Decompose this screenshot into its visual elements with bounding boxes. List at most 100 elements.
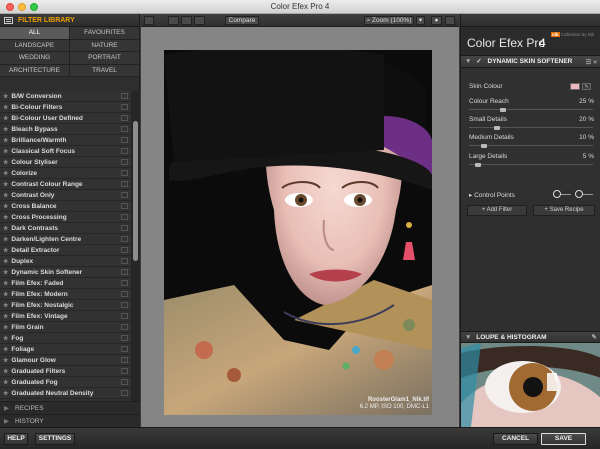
filter-list-item[interactable]: ★ Bi-Colour Filters xyxy=(0,102,131,113)
favourite-star-icon[interactable]: ★ xyxy=(3,391,8,397)
favourite-star-icon[interactable]: ★ xyxy=(3,292,8,298)
recipe-preview-icon[interactable] xyxy=(121,137,128,143)
favourite-star-icon[interactable]: ★ xyxy=(3,226,8,232)
filter-list-item[interactable]: ★ Colour Styliser xyxy=(0,157,131,168)
favourite-star-icon[interactable]: ★ xyxy=(3,314,8,320)
favourite-star-icon[interactable]: ★ xyxy=(3,116,8,122)
recipes-section[interactable]: ▶ RECIPES xyxy=(0,401,140,414)
category-tab-nature[interactable]: NATURE xyxy=(70,39,140,52)
category-tab-favourites[interactable]: FAVOURITES xyxy=(70,27,140,40)
favourite-star-icon[interactable]: ★ xyxy=(3,369,8,375)
medium-details-slider[interactable] xyxy=(469,143,593,148)
filter-list-item[interactable]: ★ Dynamic Skin Softener xyxy=(0,267,131,278)
recipe-preview-icon[interactable] xyxy=(121,313,128,319)
minimize-window-button[interactable] xyxy=(18,3,26,11)
colour-reach-slider[interactable] xyxy=(469,107,593,112)
recipe-preview-icon[interactable] xyxy=(121,335,128,341)
recipe-preview-icon[interactable] xyxy=(121,225,128,231)
filter-list-item[interactable]: ★ B/W Conversion xyxy=(0,91,131,102)
recipe-preview-icon[interactable] xyxy=(121,104,128,110)
recipe-preview-icon[interactable] xyxy=(121,93,128,99)
filter-list-scrollbar[interactable] xyxy=(131,91,140,415)
filter-options-icon[interactable]: ☰ × xyxy=(586,57,597,69)
recipe-preview-icon[interactable] xyxy=(121,148,128,154)
filter-list-item[interactable]: ★ Contrast Only xyxy=(0,190,131,201)
single-view-button[interactable] xyxy=(168,16,179,25)
filter-list-item[interactable]: ★ Dark Contrasts xyxy=(0,223,131,234)
filter-list-item[interactable]: ★ Foliage xyxy=(0,344,131,355)
skin-colour-swatch[interactable] xyxy=(570,83,580,90)
preview-photo[interactable] xyxy=(164,50,432,415)
favourite-star-icon[interactable]: ★ xyxy=(3,94,8,100)
save-button[interactable]: SAVE xyxy=(541,433,586,445)
image-preview-area[interactable]: RoosterGlam1_Nik.tif 6.2 MP, ISO 100, DM… xyxy=(141,27,459,427)
recipe-preview-icon[interactable] xyxy=(121,357,128,363)
recipe-preview-icon[interactable] xyxy=(121,280,128,286)
favourite-star-icon[interactable]: ★ xyxy=(3,160,8,166)
compare-button[interactable]: Compare xyxy=(225,16,259,25)
expand-triangle-icon[interactable]: ▸ xyxy=(469,192,472,199)
recipe-preview-icon[interactable] xyxy=(121,379,128,385)
recipe-preview-icon[interactable] xyxy=(121,236,128,242)
recipe-preview-icon[interactable] xyxy=(121,302,128,308)
favourite-star-icon[interactable]: ★ xyxy=(3,325,8,331)
control-points-row[interactable]: ▸ Control Points xyxy=(469,190,593,199)
recipe-preview-icon[interactable] xyxy=(121,126,128,132)
add-control-point-icon[interactable] xyxy=(553,190,562,198)
filter-enabled-checkbox[interactable]: ✓ xyxy=(476,58,481,65)
favourite-star-icon[interactable]: ★ xyxy=(3,149,8,155)
favourite-star-icon[interactable]: ★ xyxy=(3,138,8,144)
filter-list-item[interactable]: ★ Contrast Colour Range xyxy=(0,179,131,190)
category-tab-all[interactable]: ALL xyxy=(0,27,70,40)
large-details-slider[interactable] xyxy=(469,162,593,167)
favourite-star-icon[interactable]: ★ xyxy=(3,105,8,111)
category-tab-architecture[interactable]: ARCHITECTURE xyxy=(0,64,70,77)
recipe-preview-icon[interactable] xyxy=(121,258,128,264)
filter-list-item[interactable]: ★ Glamour Glow xyxy=(0,355,131,366)
recipe-preview-icon[interactable] xyxy=(121,368,128,374)
filter-list-item[interactable]: ★ Darken/Lighten Centre xyxy=(0,234,131,245)
zoom-menu-chevron-icon[interactable]: ▾ xyxy=(416,16,425,25)
filter-list-item[interactable]: ★ Graduated Neutral Density xyxy=(0,388,131,399)
filter-list-item[interactable]: ★ Film Efex: Modern xyxy=(0,289,131,300)
filter-list-item[interactable]: ★ Film Efex: Faded xyxy=(0,278,131,289)
colour-reach-knob[interactable] xyxy=(500,107,506,112)
category-tab-landscape[interactable]: LANDSCAPE xyxy=(0,39,70,52)
active-filter-header[interactable]: ▼ ✓ DYNAMIC SKIN SOFTENER ☰ × xyxy=(461,55,600,68)
category-tab-wedding[interactable]: WEDDING xyxy=(0,52,70,65)
filter-list-item[interactable]: ★ Cross Processing xyxy=(0,212,131,223)
loupe-histogram-header[interactable]: ▼ LOUPE & HISTOGRAM ✎ xyxy=(461,331,600,343)
loupe-view[interactable] xyxy=(461,343,600,427)
favourite-star-icon[interactable]: ★ xyxy=(3,347,8,353)
filter-list-item[interactable]: ★ Graduated Fog xyxy=(0,377,131,388)
settings-button[interactable]: SETTINGS xyxy=(35,433,75,445)
filter-list-item[interactable]: ★ Fog xyxy=(0,333,131,344)
recipe-preview-icon[interactable] xyxy=(121,115,128,121)
filter-list-item[interactable]: ★ Film Efex: Vintage xyxy=(0,311,131,322)
collapse-triangle-icon[interactable]: ▼ xyxy=(465,334,471,341)
cancel-button[interactable]: CANCEL xyxy=(493,433,538,445)
recipe-preview-icon[interactable] xyxy=(121,247,128,253)
favourite-star-icon[interactable]: ★ xyxy=(3,270,8,276)
favourite-star-icon[interactable]: ★ xyxy=(3,281,8,287)
filter-list-item[interactable]: ★ Brilliance/Warmth xyxy=(0,135,131,146)
split-view-button[interactable] xyxy=(181,16,192,25)
favourite-star-icon[interactable]: ★ xyxy=(3,182,8,188)
zoom-window-button[interactable] xyxy=(30,3,38,11)
recipe-preview-icon[interactable] xyxy=(121,291,128,297)
filter-list-item[interactable]: ★ Film Efex: Nostalgic xyxy=(0,300,131,311)
toggle-controls-panel-button[interactable] xyxy=(445,16,455,25)
close-window-button[interactable] xyxy=(6,3,14,11)
recipe-preview-icon[interactable] xyxy=(121,192,128,198)
small-details-slider[interactable] xyxy=(469,125,593,130)
recipe-preview-icon[interactable] xyxy=(121,203,128,209)
favourite-star-icon[interactable]: ★ xyxy=(3,380,8,386)
large-details-knob[interactable] xyxy=(475,162,482,167)
collapse-triangle-icon[interactable]: ▼ xyxy=(465,58,471,65)
filter-list-item[interactable]: ★ Film Grain xyxy=(0,322,131,333)
recipe-preview-icon[interactable] xyxy=(121,346,128,352)
scrollbar-thumb[interactable] xyxy=(133,121,138,261)
small-details-knob[interactable] xyxy=(493,125,500,130)
recipe-preview-icon[interactable] xyxy=(121,214,128,220)
favourite-star-icon[interactable]: ★ xyxy=(3,358,8,364)
